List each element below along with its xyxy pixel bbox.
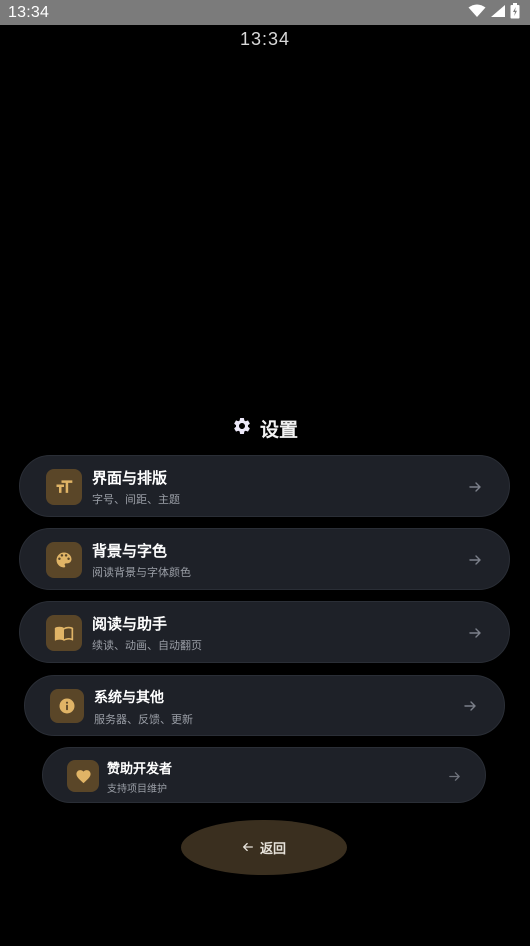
settings-item-subtitle: 字号、间距、主题: [92, 493, 180, 506]
settings-item-title: 赞助开发者: [107, 762, 173, 777]
arrow-right-icon: [466, 551, 484, 569]
palette-icon: [46, 542, 82, 578]
settings-item-subtitle: 阅读背景与字体颜色: [92, 566, 191, 579]
app-screen: 13:34 13:34 设置 界面与排版 字号、间距、主题 背景与字色 阅读背景…: [0, 0, 530, 946]
back-button[interactable]: 返回: [181, 820, 347, 875]
settings-item-subtitle: 续读、动画、自动翻页: [92, 639, 202, 652]
arrow-left-icon: [242, 838, 254, 857]
status-time: 13:34: [8, 3, 50, 21]
signal-icon: [490, 3, 506, 22]
info-icon: [50, 689, 84, 723]
heart-icon: [67, 760, 99, 792]
status-icons: [468, 2, 520, 23]
arrow-right-icon: [466, 624, 484, 642]
settings-item-title: 界面与排版: [92, 469, 168, 487]
page-title: 设置: [259, 418, 298, 441]
settings-item-title: 阅读与助手: [92, 615, 168, 633]
settings-item-reading[interactable]: 阅读与助手 续读、动画、自动翻页: [19, 601, 510, 663]
settings-item-subtitle: 支持项目维护: [107, 784, 167, 795]
settings-item-colors[interactable]: 背景与字色 阅读背景与字体颜色: [19, 528, 510, 590]
arrow-right-icon: [445, 767, 463, 785]
arrow-right-icon: [466, 478, 484, 496]
battery-icon: [510, 2, 520, 23]
settings-item-system[interactable]: 系统与其他 服务器、反馈、更新: [24, 675, 505, 736]
back-button-label: 返回: [259, 842, 286, 857]
text-size-icon: [46, 469, 82, 505]
settings-item-layout[interactable]: 界面与排版 字号、间距、主题: [19, 455, 510, 517]
wifi-icon: [468, 3, 486, 22]
settings-item-title: 系统与其他: [94, 690, 164, 706]
arrow-right-icon: [461, 697, 479, 715]
settings-item-title: 背景与字色: [92, 542, 168, 560]
settings-header: 设置: [0, 414, 530, 442]
settings-item-subtitle: 服务器、反馈、更新: [94, 713, 193, 726]
settings-item-sponsor[interactable]: 赞助开发者 支持项目维护: [42, 747, 486, 803]
gear-icon: [232, 416, 252, 440]
clock-display: 13:34: [239, 29, 291, 49]
status-bar: 13:34: [0, 0, 530, 25]
book-icon: [46, 615, 82, 651]
